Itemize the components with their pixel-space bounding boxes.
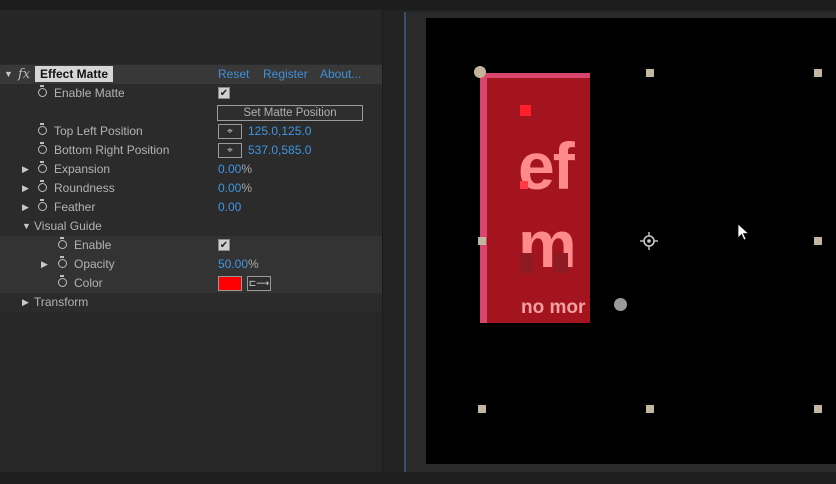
effect-controls-panel: ▼ fx Effect Matte Reset Register About..… bbox=[0, 10, 383, 472]
bottom-right-label: Bottom Right Position bbox=[54, 143, 170, 157]
visual-guide-row[interactable]: ▼ Visual Guide bbox=[0, 217, 382, 236]
mouse-cursor-icon bbox=[737, 223, 750, 241]
edge-handle[interactable] bbox=[646, 405, 654, 413]
bottom-strip bbox=[0, 472, 836, 484]
anchor-point-icon[interactable] bbox=[640, 232, 658, 250]
edge-handle[interactable] bbox=[646, 69, 654, 77]
twirl-arrow-icon[interactable]: ▼ bbox=[22, 217, 31, 236]
stopwatch-icon[interactable] bbox=[58, 275, 67, 287]
stopwatch-icon[interactable] bbox=[58, 237, 67, 249]
feather-label: Feather bbox=[54, 200, 96, 214]
about-link[interactable]: About... bbox=[320, 65, 361, 84]
set-matte-row: Set Matte Position bbox=[0, 103, 382, 122]
transform-row[interactable]: ▶ Transform bbox=[0, 293, 382, 312]
roundness-label: Roundness bbox=[54, 181, 115, 195]
corner-handle[interactable] bbox=[478, 405, 486, 413]
top-left-label: Top Left Position bbox=[54, 124, 143, 138]
guide-opacity-value[interactable]: 50.00% bbox=[218, 255, 259, 274]
guide-opacity-row: ▶ Opacity 50.00% bbox=[0, 255, 382, 274]
fx-icon[interactable]: fx bbox=[18, 65, 30, 84]
stopwatch-icon[interactable] bbox=[38, 85, 47, 97]
feather-row: ▶ Feather 0.00 bbox=[0, 198, 382, 217]
feather-value[interactable]: 0.00 bbox=[218, 198, 241, 217]
register-link[interactable]: Register bbox=[263, 65, 308, 84]
twirl-arrow-icon[interactable]: ▼ bbox=[4, 65, 13, 84]
set-matte-position-button[interactable]: Set Matte Position bbox=[217, 105, 363, 121]
bottom-right-value[interactable]: 537.0,585.0 bbox=[248, 141, 311, 160]
top-strip bbox=[0, 0, 836, 10]
corner-handle[interactable] bbox=[474, 66, 486, 78]
edge-handle[interactable] bbox=[814, 237, 822, 245]
top-left-row: Top Left Position ⌖ 125.0,125.0 bbox=[0, 122, 382, 141]
red-square-deco bbox=[520, 181, 528, 189]
stopwatch-icon[interactable] bbox=[38, 123, 47, 135]
twirl-arrow-icon[interactable]: ▶ bbox=[41, 255, 48, 274]
enable-matte-label: Enable Matte bbox=[54, 86, 125, 100]
visual-guide-label: Visual Guide bbox=[34, 219, 102, 233]
layer-text-line1: ef bbox=[518, 129, 575, 203]
enable-matte-row: Enable Matte ✔ bbox=[0, 84, 382, 103]
red-square-deco bbox=[520, 105, 531, 116]
red-square-deco bbox=[554, 253, 568, 273]
roundness-row: ▶ Roundness 0.00% bbox=[0, 179, 382, 198]
guide-color-label: Color bbox=[74, 276, 103, 290]
guide-enable-checkbox[interactable]: ✔ bbox=[218, 239, 230, 251]
edge-handle[interactable] bbox=[478, 237, 486, 245]
crosshair-icon[interactable]: ⌖ bbox=[218, 143, 242, 158]
layer-text-line3: no mor bbox=[521, 297, 586, 318]
stopwatch-icon[interactable] bbox=[38, 180, 47, 192]
guide-enable-label: Enable bbox=[74, 238, 112, 252]
panel-top-area bbox=[0, 10, 382, 64]
expansion-label: Expansion bbox=[54, 162, 111, 176]
crosshair-icon[interactable]: ⌖ bbox=[218, 124, 242, 139]
twirl-arrow-icon[interactable]: ▶ bbox=[22, 198, 29, 217]
roundness-value[interactable]: 0.00% bbox=[218, 179, 252, 198]
red-square-deco bbox=[520, 253, 534, 273]
corner-handle[interactable] bbox=[814, 69, 822, 77]
corner-handle[interactable] bbox=[814, 405, 822, 413]
color-swatch[interactable] bbox=[218, 276, 242, 291]
twirl-arrow-icon[interactable]: ▶ bbox=[22, 293, 29, 312]
guide-opacity-label: Opacity bbox=[74, 257, 115, 271]
matte-guide-edge bbox=[480, 73, 487, 323]
guide-color-row: Color ⊏⟶ bbox=[0, 274, 382, 293]
matte-corner-handle[interactable] bbox=[614, 298, 627, 311]
reset-link[interactable]: Reset bbox=[218, 65, 249, 84]
stopwatch-icon[interactable] bbox=[38, 161, 47, 173]
stopwatch-icon[interactable] bbox=[38, 142, 47, 154]
top-left-value[interactable]: 125.0,125.0 bbox=[248, 122, 311, 141]
enable-matte-checkbox[interactable]: ✔ bbox=[218, 87, 230, 99]
matte-guide-edge-top bbox=[480, 73, 590, 78]
bottom-right-row: Bottom Right Position ⌖ 537.0,585.0 bbox=[0, 141, 382, 160]
matte-layer[interactable]: ef m no mor bbox=[480, 73, 590, 323]
expansion-row: ▶ Expansion 0.00% bbox=[0, 160, 382, 179]
twirl-arrow-icon[interactable]: ▶ bbox=[22, 160, 29, 179]
stopwatch-icon[interactable] bbox=[58, 256, 67, 268]
expansion-value[interactable]: 0.00% bbox=[218, 160, 252, 179]
twirl-arrow-icon[interactable]: ▶ bbox=[22, 179, 29, 198]
panel-lower-area bbox=[0, 312, 382, 472]
transform-label: Transform bbox=[34, 295, 89, 309]
stopwatch-icon[interactable] bbox=[38, 199, 47, 211]
guide-enable-row: Enable ✔ bbox=[0, 236, 382, 255]
effect-header-row[interactable]: ▼ fx Effect Matte Reset Register About..… bbox=[0, 65, 382, 84]
eyedropper-icon[interactable]: ⊏⟶ bbox=[247, 276, 271, 291]
effect-name[interactable]: Effect Matte bbox=[35, 66, 114, 82]
